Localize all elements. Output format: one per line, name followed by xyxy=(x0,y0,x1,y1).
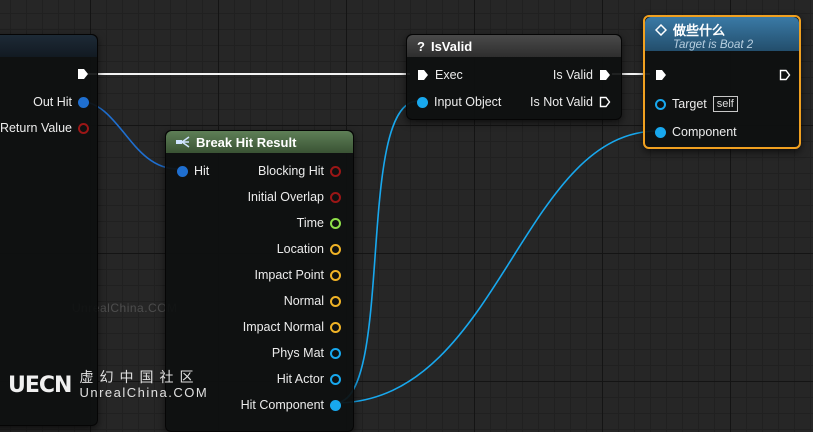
break-hit-result-title: Break Hit Result xyxy=(196,134,297,150)
question-mark-icon: ? xyxy=(417,38,425,54)
object-pin-icon xyxy=(330,399,341,411)
pin-is-valid[interactable]: Is Valid xyxy=(553,68,611,82)
pin-impact-point[interactable]: Impact Point xyxy=(255,268,341,282)
vector-pin-icon xyxy=(330,295,341,307)
pin-exec-label: Exec xyxy=(435,68,463,82)
pin-time[interactable]: Time xyxy=(297,216,341,230)
pin-exec-in[interactable]: Exec xyxy=(417,68,463,82)
pin-blocking-hit[interactable]: Blocking Hit xyxy=(258,164,341,178)
exec-out-icon xyxy=(600,70,610,80)
pin-initial-overlap[interactable]: Initial Overlap xyxy=(248,190,341,204)
break-hit-result-header: Break Hit Result xyxy=(166,131,353,153)
is-valid-header: ? IsValid xyxy=(407,35,621,57)
exec-in-icon xyxy=(418,70,428,80)
pin-phys-mat-label: Phys Mat xyxy=(271,346,324,360)
pin-out-hit[interactable]: Out Hit xyxy=(33,95,89,109)
is-valid-node[interactable]: ? IsValid Exec Is Valid Input Object Is … xyxy=(406,34,622,120)
pin-component-label: Component xyxy=(672,125,737,139)
pin-component[interactable]: Component xyxy=(655,125,737,139)
pin-hit-actor-label: Hit Actor xyxy=(276,372,324,386)
logo-cn-text: 虚幻中国社区 xyxy=(79,369,200,385)
function-icon xyxy=(655,23,667,36)
object-pin-icon xyxy=(330,347,341,359)
pin-target-label: Target xyxy=(672,97,707,111)
pin-input-object-label: Input Object xyxy=(434,95,502,109)
pin-hit-input[interactable]: Hit xyxy=(177,164,209,178)
pin-is-not-valid[interactable]: Is Not Valid xyxy=(530,95,611,109)
do-something-title: 做些什么 xyxy=(673,23,726,38)
pin-hit-label: Hit xyxy=(194,164,210,178)
pin-normal[interactable]: Normal xyxy=(284,294,341,308)
logo-text: 虚幻中国社区 UnrealChina.COM xyxy=(79,369,208,401)
pin-location[interactable]: Location xyxy=(277,242,341,256)
pin-out-hit-label: Out Hit xyxy=(33,95,72,109)
exec-out-hollow-icon xyxy=(779,69,791,81)
vector-pin-icon xyxy=(330,269,341,281)
bool-pin-icon xyxy=(78,122,89,134)
pin-exec-out[interactable] xyxy=(77,68,89,80)
bool-pin-icon xyxy=(330,165,341,177)
line-trace-node-header xyxy=(0,35,97,57)
object-pin-icon xyxy=(330,373,341,385)
exec-out-icon xyxy=(78,69,88,79)
pin-target[interactable]: Target self xyxy=(655,96,738,112)
pin-hit-actor[interactable]: Hit Actor xyxy=(277,372,341,386)
pin-impact-normal[interactable]: Impact Normal xyxy=(243,320,341,334)
pin-normal-label: Normal xyxy=(283,294,324,308)
do-something-header: 做些什么 Target is Boat 2 xyxy=(645,17,799,51)
pin-impact-point-label: Impact Point xyxy=(254,268,324,282)
bool-pin-icon xyxy=(330,191,341,203)
pin-blocking-hit-label: Blocking Hit xyxy=(258,164,324,178)
pin-is-valid-label: Is Valid xyxy=(552,68,593,82)
line-trace-node[interactable]: Out Hit Return Value xyxy=(0,34,98,426)
struct-pin-icon xyxy=(177,165,188,177)
exec-out-hollow-icon xyxy=(599,96,611,108)
pin-location-label: Location xyxy=(276,242,324,256)
struct-pin-icon xyxy=(78,96,89,108)
is-valid-title: IsValid xyxy=(430,38,473,54)
pin-is-not-valid-label: Is Not Valid xyxy=(530,95,593,109)
uecn-logo-mark: UECN xyxy=(8,372,72,398)
pin-exec-in[interactable] xyxy=(655,69,667,81)
unrealchina-logo: UECN 虚幻中国社区 UnrealChina.COM xyxy=(8,369,208,401)
logo-en-text: UnrealChina.COM xyxy=(79,385,209,400)
pin-impact-normal-label: Impact Normal xyxy=(242,320,324,334)
pin-initial-overlap-label: Initial Overlap xyxy=(247,190,324,204)
vector-pin-icon xyxy=(330,243,341,255)
pin-hit-component-label: Hit Component xyxy=(240,398,324,412)
object-pin-icon xyxy=(655,126,666,138)
pin-time-label: Time xyxy=(296,216,324,230)
vector-pin-icon xyxy=(330,321,341,333)
pin-phys-mat[interactable]: Phys Mat xyxy=(272,346,341,360)
pin-input-object[interactable]: Input Object xyxy=(417,95,501,109)
pin-hit-component[interactable]: Hit Component xyxy=(241,398,341,412)
target-self-value[interactable]: self xyxy=(712,96,738,112)
do-something-node[interactable]: 做些什么 Target is Boat 2 Target self Compon… xyxy=(643,15,801,149)
float-pin-icon xyxy=(330,217,341,229)
pin-return-value-label: Return Value xyxy=(0,121,72,135)
do-something-subtitle: Target is Boat 2 xyxy=(673,39,754,51)
break-struct-icon xyxy=(176,136,190,148)
exec-in-icon xyxy=(656,70,666,80)
pin-exec-out[interactable] xyxy=(779,69,791,81)
object-pin-icon xyxy=(417,96,428,108)
object-pin-icon xyxy=(655,98,666,110)
pin-return-value[interactable]: Return Value xyxy=(0,121,89,135)
